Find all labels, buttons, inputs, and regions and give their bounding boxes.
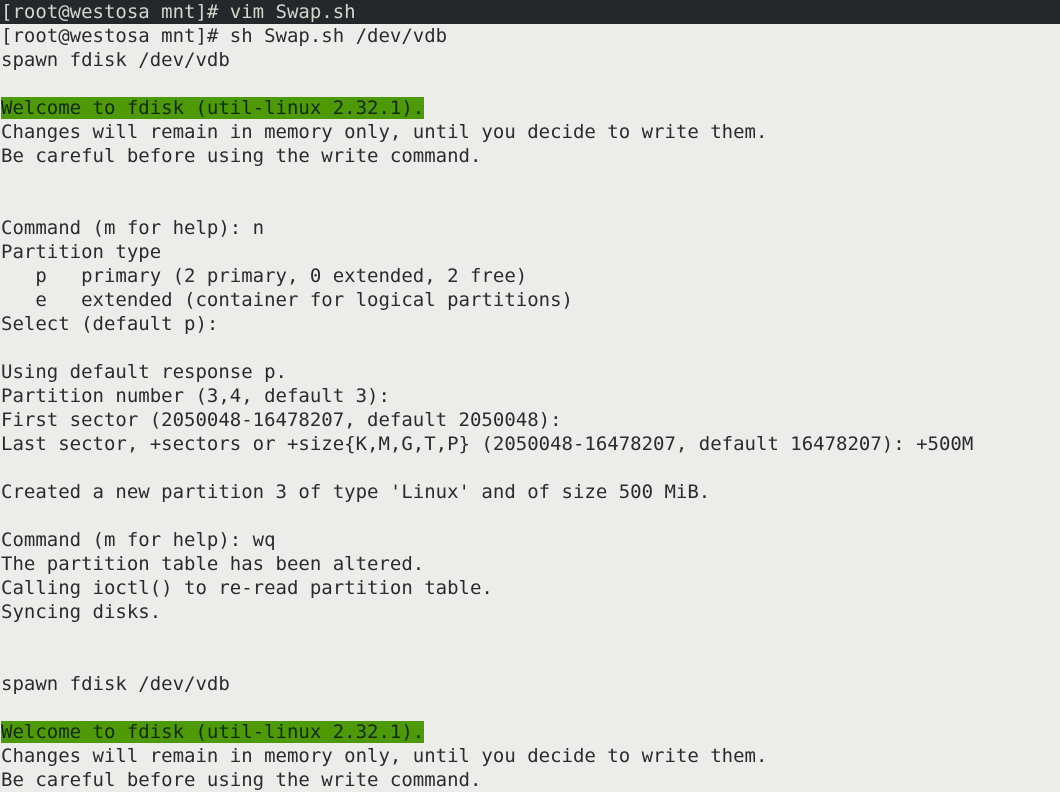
terminal-screen[interactable]: [root@westosa mnt]# vim Swap.sh [root@wes…: [0, 0, 1060, 791]
line-text: Changes will remain in memory only, unti…: [1, 745, 768, 767]
line-text: Be careful before using the write comman…: [1, 769, 482, 791]
line-text: Calling ioctl() to re-read partition tab…: [1, 577, 493, 599]
terminal-line: Select (default p):: [0, 312, 1060, 336]
terminal-line: Be careful before using the write comman…: [0, 768, 1060, 792]
terminal-line: First sector (2050048-16478207, default …: [0, 408, 1060, 432]
terminal-line: Syncing disks.: [0, 600, 1060, 624]
terminal-line: The partition table has been altered.: [0, 552, 1060, 576]
line-text: Command (m for help): wq: [1, 529, 276, 551]
terminal-line: Partition type: [0, 240, 1060, 264]
terminal-line: Command (m for help): n: [0, 216, 1060, 240]
line-text: Partition number (3,4, default 3):: [1, 385, 390, 407]
terminal-highlighted-line: Welcome to fdisk (util-linux 2.32.1).: [0, 96, 1060, 120]
terminal-highlighted-line: Welcome to fdisk (util-linux 2.32.1).: [0, 720, 1060, 744]
line-text: Syncing disks.: [1, 601, 162, 623]
terminal-line: Changes will remain in memory only, unti…: [0, 744, 1060, 768]
line-text: spawn fdisk /dev/vdb: [1, 49, 230, 71]
line-text: Command (m for help): n: [1, 217, 265, 239]
line-text: First sector (2050048-16478207, default …: [1, 409, 562, 431]
terminal-line: [root@westosa mnt]# sh Swap.sh /dev/vdb: [0, 24, 1060, 48]
terminal-line: Command (m for help): wq: [0, 528, 1060, 552]
line-text: Created a new partition 3 of type 'Linux…: [1, 481, 711, 503]
terminal-line: Partition number (3,4, default 3):: [0, 384, 1060, 408]
line-text: e extended (container for logical partit…: [1, 289, 573, 311]
terminal-line: p primary (2 primary, 0 extended, 2 free…: [0, 264, 1060, 288]
terminal-line: Created a new partition 3 of type 'Linux…: [0, 480, 1060, 504]
line-text: p primary (2 primary, 0 extended, 2 free…: [1, 265, 528, 287]
line-text: spawn fdisk /dev/vdb: [1, 673, 230, 695]
terminal-active-prompt-line: [root@westosa mnt]# vim Swap.sh: [0, 0, 1060, 24]
line-text: [root@westosa mnt]# vim Swap.sh: [1, 1, 356, 23]
highlight-segment: Welcome to fdisk (util-linux 2.32.1).: [1, 721, 425, 743]
terminal-line: Be careful before using the write comman…: [0, 144, 1060, 168]
terminal-line: Using default response p.: [0, 360, 1060, 384]
terminal-line: spawn fdisk /dev/vdb: [0, 48, 1060, 72]
line-text: Select (default p):: [1, 313, 219, 335]
line-text: Last sector, +sectors or +size{K,M,G,T,P…: [1, 433, 974, 455]
terminal-line: Last sector, +sectors or +size{K,M,G,T,P…: [0, 432, 1060, 456]
line-text: Changes will remain in memory only, unti…: [1, 121, 768, 143]
terminal-line: e extended (container for logical partit…: [0, 288, 1060, 312]
line-text: Using default response p.: [1, 361, 287, 383]
line-text: [root@westosa mnt]# sh Swap.sh /dev/vdb: [1, 25, 448, 47]
line-text: Partition type: [1, 241, 162, 263]
terminal-line: spawn fdisk /dev/vdb: [0, 672, 1060, 696]
highlight-segment: Welcome to fdisk (util-linux 2.32.1).: [1, 97, 425, 119]
line-text: Be careful before using the write comman…: [1, 145, 482, 167]
line-text: The partition table has been altered.: [1, 553, 425, 575]
terminal-line: Changes will remain in memory only, unti…: [0, 120, 1060, 144]
terminal-line: Calling ioctl() to re-read partition tab…: [0, 576, 1060, 600]
